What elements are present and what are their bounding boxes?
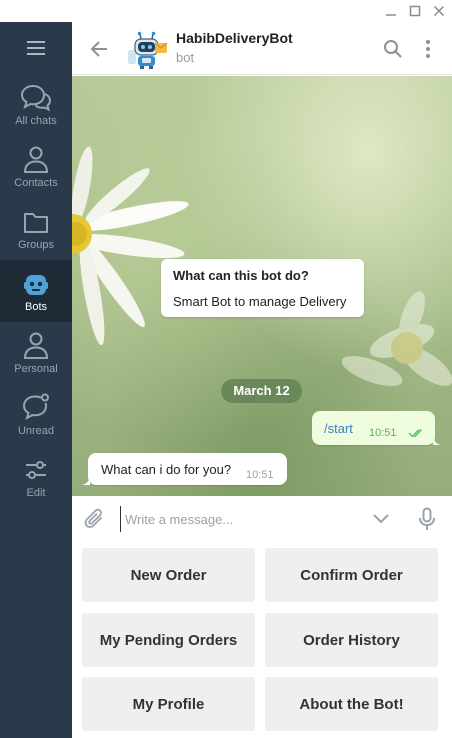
message-input[interactable] xyxy=(120,506,360,532)
folder-label: Bots xyxy=(24,301,47,313)
about-the-bot-button[interactable]: About the Bot! xyxy=(265,677,438,731)
window-titlebar xyxy=(0,0,452,22)
bot-icon xyxy=(0,269,72,299)
order-history-button[interactable]: Order History xyxy=(265,613,438,667)
folder-label: Unread xyxy=(17,425,55,437)
bot-info-description: Smart Bot to manage Delivery xyxy=(173,294,347,309)
hamburger-icon[interactable] xyxy=(0,22,72,74)
chat-status: bot xyxy=(176,50,195,65)
bot-info-title: What can this bot do? xyxy=(173,268,309,283)
folder-label: Personal xyxy=(14,363,58,375)
bot-command-link[interactable]: /start xyxy=(324,421,353,436)
folder-personal[interactable]: Personal xyxy=(0,322,72,384)
my-profile-button[interactable]: My Profile xyxy=(82,677,255,731)
double-check-icon xyxy=(408,429,423,438)
folder-label: Edit xyxy=(26,487,46,499)
bot-info-card: What can this bot do? Smart Bot to manag… xyxy=(161,259,364,317)
bubble-tail xyxy=(433,435,441,445)
folder-edit[interactable]: Edit xyxy=(0,446,72,508)
contact-icon xyxy=(0,145,72,175)
message-time: 10:51 xyxy=(246,469,274,481)
maximize-icon[interactable] xyxy=(405,1,425,21)
more-vertical-icon[interactable] xyxy=(415,36,441,62)
chat-title[interactable]: HabibDeliveryBot xyxy=(176,30,293,46)
my-pending-orders-button[interactable]: My Pending Orders xyxy=(82,613,255,667)
chevron-down-icon[interactable] xyxy=(368,506,394,532)
search-icon[interactable] xyxy=(380,36,406,62)
person-icon xyxy=(0,331,72,361)
folder-groups[interactable]: Groups xyxy=(0,198,72,260)
message-composer xyxy=(72,496,452,542)
date-separator: March 12 xyxy=(221,379,302,403)
microphone-icon[interactable] xyxy=(414,504,440,534)
folder-label: All chats xyxy=(15,115,57,127)
close-icon[interactable] xyxy=(429,1,449,21)
folder-label: Groups xyxy=(17,239,55,251)
folder-bots[interactable]: Bots xyxy=(0,260,72,322)
unread-chat-icon xyxy=(0,393,72,423)
sliders-icon xyxy=(0,455,72,485)
bubble-tail xyxy=(82,475,90,485)
folders-sidebar: All chats Contacts Groups Bots Personal … xyxy=(0,22,72,738)
folder-label: Contacts xyxy=(14,177,58,189)
folder-unread[interactable]: Unread xyxy=(0,384,72,446)
incoming-message[interactable]: What can i do for you? 10:51 xyxy=(82,453,287,485)
chat-history[interactable]: What can this bot do? Smart Bot to manag… xyxy=(72,76,452,496)
folder-all-chats[interactable]: All chats xyxy=(0,74,72,136)
message-time: 10:51 xyxy=(369,427,397,439)
chat-header: HabibDeliveryBot bot xyxy=(72,22,452,75)
bot-reply-keyboard: New Order Confirm Order My Pending Order… xyxy=(72,542,452,738)
new-order-button[interactable]: New Order xyxy=(82,548,255,602)
folder-contacts[interactable]: Contacts xyxy=(0,136,72,198)
folder-icon xyxy=(0,207,72,237)
minimize-icon[interactable] xyxy=(381,1,401,21)
outgoing-message[interactable]: /start 10:51 xyxy=(312,411,441,445)
bot-avatar[interactable] xyxy=(126,30,168,70)
paperclip-icon[interactable] xyxy=(82,505,108,533)
chats-icon xyxy=(0,83,72,113)
arrow-left-icon[interactable] xyxy=(86,36,112,62)
message-text: What can i do for you? xyxy=(101,462,232,477)
confirm-order-button[interactable]: Confirm Order xyxy=(265,548,438,602)
